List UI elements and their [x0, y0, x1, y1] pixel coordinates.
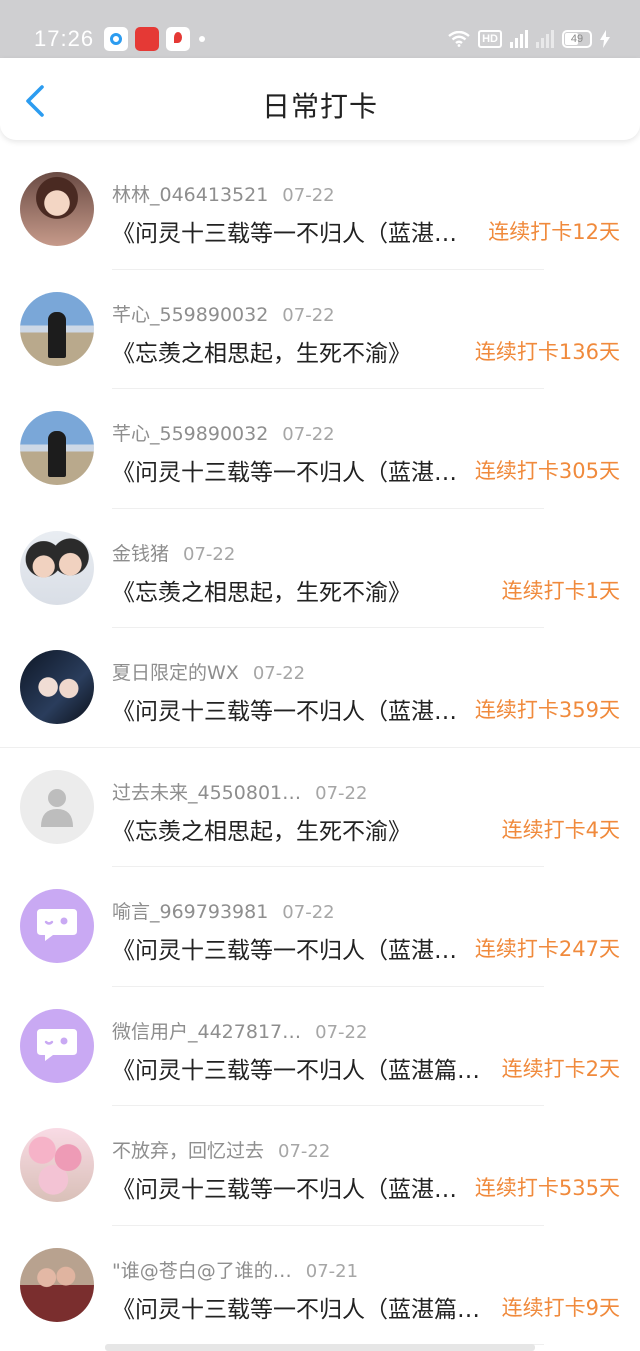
streak-badge: 连续打卡1天	[501, 578, 620, 603]
avatar[interactable]	[20, 650, 94, 724]
more-notifications-icon	[199, 36, 205, 42]
battery-icon: 49	[562, 30, 592, 48]
signal-4g-icon	[510, 30, 528, 48]
list-item[interactable]: 喻言_969793981 07-22 《问灵十三载等一不归人（蓝湛… 连续打卡24…	[0, 867, 640, 987]
username: 芊心_559890032	[112, 303, 269, 326]
username: 夏日限定的WX	[112, 662, 239, 684]
checkin-date: 07-22	[183, 543, 236, 565]
username: "谁@苍白@了谁的…	[112, 1259, 292, 1282]
streak-badge: 连续打卡359天	[474, 698, 620, 722]
checkin-list: 林林_046413521 07-22 《问灵十三载等一不归人（蓝湛… 连续打卡12…	[0, 150, 640, 1345]
avatar[interactable]	[20, 530, 94, 605]
avatar[interactable]	[20, 769, 94, 844]
avatar[interactable]	[20, 1128, 94, 1202]
streak-badge: 连续打卡305天	[474, 459, 620, 483]
username: 喻言_969793981	[112, 901, 269, 923]
charging-icon	[600, 30, 610, 48]
app-notification-icon	[135, 27, 159, 51]
scroll-indicator	[105, 1344, 535, 1351]
signal-secondary-icon	[536, 30, 554, 48]
list-item[interactable]: 林林_046413521 07-22 《问灵十三载等一不归人（蓝湛… 连续打卡12…	[0, 150, 640, 270]
checkin-date: 07-22	[315, 1021, 368, 1043]
list-item[interactable]: 芊心_559890032 07-22 《忘羡之相思起，生死不渝》 连续打卡136天	[0, 270, 640, 390]
avatar[interactable]	[20, 291, 94, 366]
username: 金钱猪	[112, 542, 170, 565]
list-item[interactable]: 微信用户_4427817… 07-22 《问灵十三载等一不归人（蓝湛篇… 连续打卡…	[0, 987, 640, 1107]
book-title: 《忘羡之相思起，生死不渝》	[112, 818, 411, 845]
default-person-icon	[41, 788, 73, 827]
streak-badge: 连续打卡535天	[474, 1176, 620, 1200]
book-title: 《问灵十三载等一不归人（蓝湛…	[112, 460, 457, 486]
username: 林林_046413521	[112, 184, 269, 206]
status-icons: HD 49	[448, 28, 610, 50]
book-title: 《问灵十三载等一不归人（蓝湛…	[112, 699, 457, 725]
streak-badge: 连续打卡2天	[501, 1056, 620, 1081]
list-item[interactable]: 过去未来_4550801… 07-22 《忘羡之相思起，生死不渝》 连续打卡4天	[0, 748, 640, 868]
username: 微信用户_4427817…	[112, 1020, 302, 1043]
book-title: 《问灵十三载等一不归人（蓝湛篇…	[112, 1057, 480, 1084]
list-item[interactable]: 不放弃，回忆过去 07-22 《问灵十三载等一不归人（蓝湛… 连续打卡535天	[0, 1106, 640, 1226]
streak-badge: 连续打卡9天	[501, 1295, 620, 1320]
checkin-date: 07-22	[282, 185, 335, 206]
wifi-icon	[448, 31, 470, 47]
book-title: 《问灵十三载等一不归人（蓝湛…	[112, 221, 457, 247]
page-title: 日常打卡	[261, 90, 378, 123]
list-item[interactable]: 芊心_559890032 07-22 《问灵十三载等一不归人（蓝湛… 连续打卡30…	[0, 389, 640, 509]
chat-bubble-icon	[37, 909, 77, 941]
list-item[interactable]: 夏日限定的WX 07-22 《问灵十三载等一不归人（蓝湛… 连续打卡359天	[0, 628, 640, 748]
streak-badge: 连续打卡136天	[474, 339, 620, 364]
username: 不放弃，回忆过去	[112, 1140, 265, 1162]
avatar[interactable]	[20, 1008, 94, 1083]
streak-badge: 连续打卡12天	[488, 220, 620, 244]
streak-badge: 连续打卡4天	[501, 817, 620, 842]
checkin-date: 07-21	[305, 1260, 359, 1282]
map-notification-icon	[166, 27, 190, 51]
checkin-date: 07-22	[252, 663, 306, 684]
app-notification-icon	[104, 27, 128, 51]
chat-bubble-icon	[37, 1028, 77, 1061]
list-item[interactable]: 金钱猪 07-22 《忘羡之相思起，生死不渝》 连续打卡1天	[0, 509, 640, 629]
username: 过去未来_4550801…	[112, 781, 302, 804]
checkin-date: 07-22	[315, 782, 368, 804]
checkin-date: 07-22	[282, 424, 335, 445]
avatar[interactable]	[20, 889, 94, 963]
streak-badge: 连续打卡247天	[474, 937, 620, 961]
book-title: 《忘羡之相思起，生死不渝》	[112, 340, 411, 367]
book-title: 《问灵十三载等一不归人（蓝湛篇…	[112, 1296, 480, 1323]
username: 芊心_559890032	[112, 423, 269, 445]
status-bar: 17:26 HD 49	[0, 0, 640, 58]
book-title: 《问灵十三载等一不归人（蓝湛…	[112, 938, 457, 964]
book-title: 《忘羡之相思起，生死不渝》	[112, 579, 411, 606]
avatar[interactable]	[20, 1247, 94, 1322]
status-time: 17:26	[34, 26, 95, 51]
book-title: 《问灵十三载等一不归人（蓝湛…	[112, 1177, 457, 1203]
list-item[interactable]: "谁@苍白@了谁的… 07-21 《问灵十三载等一不归人（蓝湛篇… 连续打卡9天	[0, 1226, 640, 1346]
checkin-date: 07-22	[278, 1141, 331, 1162]
checkin-date: 07-22	[282, 902, 335, 923]
nav-bar: 日常打卡	[0, 58, 640, 140]
hd-voice-icon: HD	[478, 30, 502, 48]
avatar[interactable]	[20, 172, 94, 246]
avatar[interactable]	[20, 411, 94, 485]
checkin-date: 07-22	[282, 304, 335, 326]
